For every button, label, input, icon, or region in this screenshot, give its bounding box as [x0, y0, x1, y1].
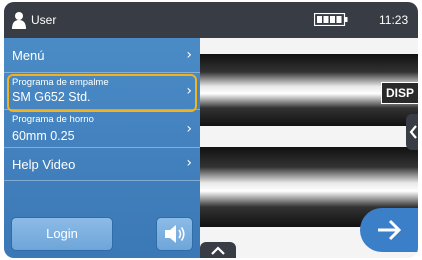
menu-panel: User Menú › Programa de empalme SM G652 …	[4, 2, 200, 258]
help-video-label: Help Video	[12, 157, 76, 172]
oven-program-label: Programa de horno	[12, 114, 94, 125]
volume-button[interactable]	[156, 217, 193, 251]
selection-highlight	[7, 74, 197, 112]
chevron-up-icon	[211, 246, 225, 255]
next-button[interactable]	[360, 208, 418, 252]
user-header: User	[4, 2, 200, 38]
oven-program-value: 60mm 0.25	[12, 129, 75, 143]
menu-item-oven-program[interactable]: Programa de horno 60mm 0.25 ›	[4, 110, 200, 148]
menu-item-menu[interactable]: Menú ›	[4, 38, 200, 73]
splicer-screen: 11:23 DISP User Menú › Programa de empal…	[4, 2, 418, 258]
bottom-panel-toggle[interactable]	[200, 242, 236, 258]
login-button[interactable]: Login	[11, 217, 113, 251]
speaker-icon	[165, 225, 185, 243]
menu-item-label: Menú	[12, 48, 45, 63]
clock: 11:23	[379, 13, 409, 27]
menu-item-help-video[interactable]: Help Video ›	[4, 148, 200, 181]
user-icon	[12, 12, 26, 29]
chevron-right-icon: ›	[186, 155, 192, 171]
chevron-left-icon	[409, 125, 417, 139]
user-label: User	[31, 13, 57, 27]
chevron-right-icon: ›	[186, 121, 192, 137]
battery-icon	[314, 13, 348, 26]
disp-button[interactable]: DISP	[381, 82, 418, 104]
side-panel-toggle[interactable]	[406, 114, 418, 150]
chevron-right-icon: ›	[186, 47, 192, 63]
arrow-right-icon	[378, 219, 402, 241]
